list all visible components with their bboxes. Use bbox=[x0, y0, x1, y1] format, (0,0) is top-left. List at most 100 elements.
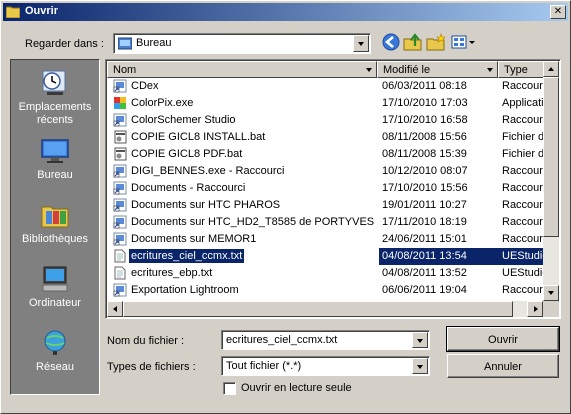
file-name: ecritures_ebp.txt bbox=[131, 267, 213, 279]
filename-value: ecritures_ciel_ccmx.txt bbox=[226, 334, 338, 346]
desktop-folder-icon bbox=[118, 37, 132, 50]
scroll-right-button[interactable] bbox=[527, 301, 543, 317]
filename-input[interactable]: ecritures_ciel_ccmx.txt bbox=[221, 330, 430, 350]
file-name: ecritures_ciel_ccmx.txt bbox=[127, 248, 246, 264]
vertical-scrollbar[interactable] bbox=[543, 61, 559, 301]
file-date: 08/11/2008 15:56 bbox=[382, 131, 467, 143]
file-date: 17/10/2010 17:03 bbox=[382, 97, 468, 109]
recent-places-icon bbox=[42, 70, 66, 95]
file-name-cell[interactable]: CDex bbox=[111, 78, 379, 95]
chevron-down-icon[interactable] bbox=[412, 358, 428, 374]
file-row[interactable]: Documents sur HTC PHAROS 19/01/2011 10:27… bbox=[107, 197, 547, 214]
file-type: UEStudio bbox=[502, 267, 547, 279]
file-row[interactable]: COPIE GICL8 PDF.bat 08/11/2008 15:39 Fichi… bbox=[107, 146, 547, 163]
scroll-left-button[interactable] bbox=[107, 301, 123, 317]
window-title: Ouvrir bbox=[25, 5, 59, 17]
place-label: Bibliothèques bbox=[21, 233, 89, 245]
place-libraries[interactable]: Bibliothèques bbox=[11, 200, 99, 246]
places-bar: Emplacements récents Bureau Bibliothèque… bbox=[10, 59, 100, 395]
new-folder-icon[interactable] bbox=[426, 32, 446, 52]
place-desktop[interactable]: Bureau bbox=[11, 136, 99, 182]
desktop-icon bbox=[41, 139, 69, 163]
file-row[interactable]: DIGI_BENNES.exe - Raccourci 10/12/2010 08… bbox=[107, 163, 547, 180]
file-rows: CDex 06/03/2011 08:18 Raccourci ColorPix.ex… bbox=[107, 78, 547, 299]
horizontal-scrollbar[interactable] bbox=[107, 301, 543, 317]
file-date: 04/08/2011 13:54 bbox=[379, 248, 499, 265]
place-label: Emplacements récents bbox=[18, 101, 92, 126]
back-icon[interactable] bbox=[381, 32, 401, 52]
file-list[interactable]: Nom Modifié le Type CDex 06/03/2011 08:18… bbox=[105, 59, 561, 319]
file-row[interactable]: COPIE GICL8 INSTALL.bat 08/11/2008 15:56 F… bbox=[107, 129, 547, 146]
open-button-label: Ouvrir bbox=[488, 334, 518, 346]
file-type: Raccourci bbox=[502, 165, 547, 177]
filename-label: Nom du fichier : bbox=[107, 335, 185, 347]
file-row[interactable]: Exportation Lightroom 06/06/2011 19:04 Rac… bbox=[107, 282, 547, 299]
place-label: Réseau bbox=[36, 361, 74, 373]
shortcut-icon bbox=[113, 198, 127, 212]
file-date: 17/10/2010 15:56 bbox=[382, 182, 468, 194]
file-row[interactable]: Documents sur MEMOR1 24/06/2011 15:01 Racc… bbox=[107, 231, 547, 248]
column-type-label: Type bbox=[504, 64, 528, 76]
readonly-label: Ouvrir en lecture seule bbox=[241, 382, 352, 394]
up-folder-icon[interactable] bbox=[403, 32, 423, 52]
title-bar[interactable]: Ouvrir ✕ bbox=[3, 3, 568, 21]
file-row[interactable]: ColorPix.exe 17/10/2010 17:03 Application bbox=[107, 95, 547, 112]
place-recent[interactable]: Emplacements récents bbox=[11, 68, 99, 127]
scroll-thumb[interactable] bbox=[123, 301, 513, 317]
shortcut-icon bbox=[113, 232, 127, 246]
file-name-cell[interactable]: COPIE GICL8 PDF.bat bbox=[111, 146, 379, 163]
readonly-checkbox[interactable] bbox=[223, 382, 236, 395]
file-date: 04/08/2011 13:52 bbox=[382, 267, 467, 279]
file-name-cell[interactable]: ecritures_ebp.txt bbox=[111, 265, 379, 282]
scroll-thumb[interactable] bbox=[543, 77, 559, 237]
file-name-cell[interactable]: DIGI_BENNES.exe - Raccourci bbox=[111, 163, 379, 180]
view-menu-icon[interactable] bbox=[450, 32, 476, 52]
column-header-date[interactable]: Modifié le bbox=[377, 61, 498, 78]
file-name: DIGI_BENNES.exe - Raccourci bbox=[131, 165, 285, 177]
file-name-cell[interactable]: Documents sur MEMOR1 bbox=[111, 231, 379, 248]
file-name: COPIE GICL8 PDF.bat bbox=[131, 148, 243, 160]
open-button[interactable]: Ouvrir bbox=[446, 326, 560, 352]
file-row[interactable]: ecritures_ebp.txt 04/08/2011 13:52 UEStudi… bbox=[107, 265, 547, 282]
file-name-cell[interactable]: Documents sur HTC_HD2_T8585 de PORTYVES bbox=[111, 214, 379, 231]
shortcut-icon bbox=[113, 283, 127, 297]
place-label: Ordinateur bbox=[29, 297, 81, 309]
shortcut-icon bbox=[113, 113, 127, 127]
app-icon bbox=[113, 96, 127, 110]
chevron-down-icon[interactable] bbox=[366, 68, 372, 72]
file-date: 10/12/2010 08:07 bbox=[382, 165, 468, 177]
look-in-combo[interactable]: Bureau bbox=[113, 33, 371, 54]
cancel-button[interactable]: Annuler bbox=[447, 354, 559, 378]
file-name: ColorSchemer Studio bbox=[131, 114, 236, 126]
file-name-cell[interactable]: ColorSchemer Studio bbox=[111, 112, 379, 129]
column-header-type[interactable]: Type bbox=[498, 61, 546, 78]
close-button[interactable]: ✕ bbox=[550, 5, 566, 19]
filetype-select[interactable]: Tout fichier (*.*) bbox=[221, 356, 430, 376]
filetype-label: Types de fichiers : bbox=[107, 361, 196, 373]
scroll-up-button[interactable] bbox=[543, 61, 559, 77]
place-computer[interactable]: Ordinateur bbox=[11, 264, 99, 310]
file-row[interactable]: Documents - Raccourci 17/10/2010 15:56 Rac… bbox=[107, 180, 547, 197]
shortcut-icon bbox=[113, 79, 127, 93]
column-name-label: Nom bbox=[113, 64, 137, 76]
chevron-down-icon[interactable] bbox=[412, 332, 428, 348]
file-name-cell[interactable]: Exportation Lightroom bbox=[111, 282, 379, 299]
file-name-cell[interactable]: ecritures_ciel_ccmx.txt bbox=[111, 248, 379, 265]
file-name-cell[interactable]: Documents - Raccourci bbox=[111, 180, 379, 197]
file-row[interactable]: ecritures_ciel_ccmx.txt 04/08/2011 13:54 U… bbox=[107, 248, 547, 265]
scroll-down-button[interactable] bbox=[543, 285, 559, 301]
file-type: Raccourci bbox=[502, 182, 547, 194]
chevron-down-icon[interactable] bbox=[353, 35, 369, 52]
file-row[interactable]: ColorSchemer Studio 17/10/2010 16:58 Racco… bbox=[107, 112, 547, 129]
place-network[interactable]: Réseau bbox=[11, 328, 99, 374]
file-name-cell[interactable]: COPIE GICL8 INSTALL.bat bbox=[111, 129, 379, 146]
file-name-cell[interactable]: ColorPix.exe bbox=[111, 95, 379, 112]
column-header-name[interactable]: Nom bbox=[107, 61, 377, 78]
chevron-down-icon[interactable] bbox=[487, 68, 493, 72]
file-row[interactable]: Documents sur HTC_HD2_T8585 de PORTYVES 1… bbox=[107, 214, 547, 231]
shortcut-icon bbox=[113, 181, 127, 195]
file-row[interactable]: CDex 06/03/2011 08:18 Raccourci bbox=[107, 78, 547, 95]
file-name-cell[interactable]: Documents sur HTC PHAROS bbox=[111, 197, 379, 214]
file-type: UEStudio bbox=[499, 248, 547, 265]
look-in-label: Regarder dans : bbox=[25, 38, 104, 50]
